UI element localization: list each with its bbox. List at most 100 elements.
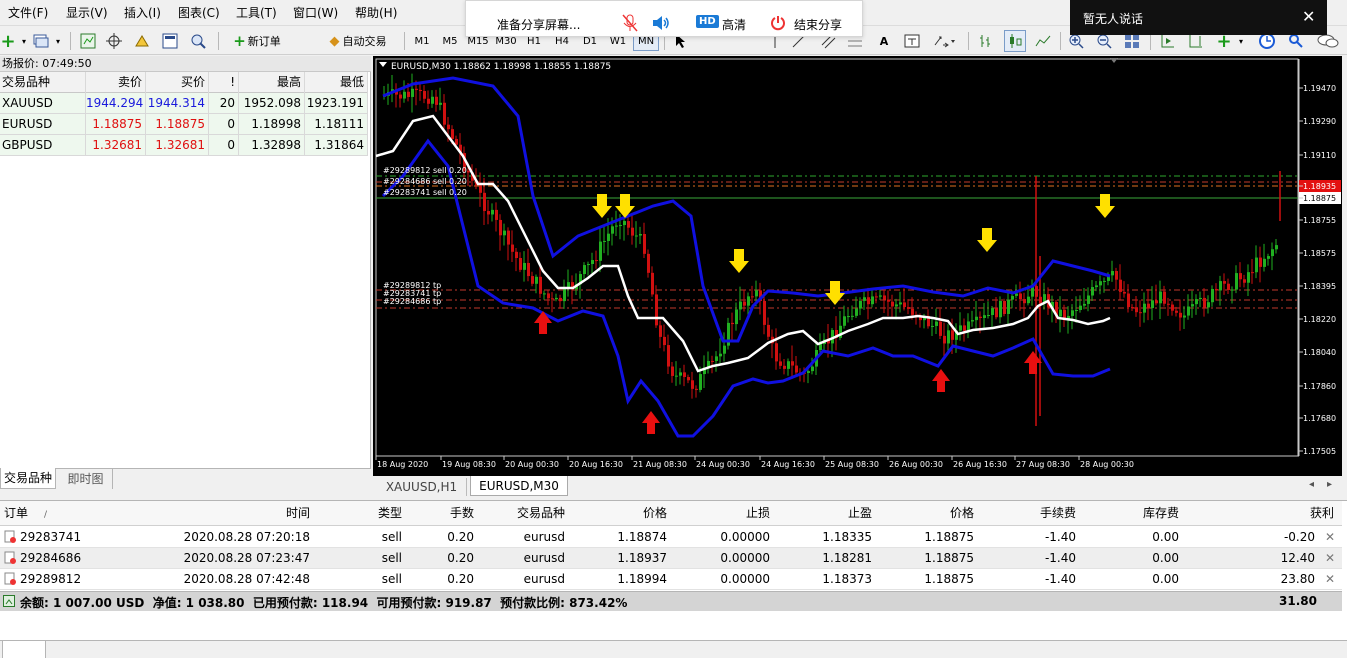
text-tool-button[interactable]: A [875,30,893,52]
cell-cur: 1.18875 [924,551,974,565]
candle-body [1123,291,1126,294]
tab-symbols[interactable]: 交易品种 [0,468,56,489]
market-watch-row[interactable]: EURUSD 1.18875 1.18875 0 1.18998 1.18111 [0,114,368,135]
candle-body [587,264,590,266]
tf-m1-button[interactable]: M1 [409,31,435,51]
tab-tick-chart[interactable]: 即时图 [59,469,113,489]
power-icon[interactable] [770,15,786,34]
candle-body [423,91,426,99]
time-tick-label: 21 Aug 08:30 [633,460,687,469]
profiles-icon[interactable] [32,30,50,52]
hd-badge[interactable]: HD [696,15,719,28]
terminal-icon[interactable] [160,30,180,52]
col-spread[interactable]: ! [209,72,239,93]
col-high[interactable]: 最高 [239,72,305,93]
col-symbol[interactable]: 交易品种 [478,501,569,525]
close-order-icon[interactable]: ✕ [1320,548,1340,568]
scroll-left-icon[interactable]: ◂ [1309,479,1314,490]
candle-body [1115,271,1118,280]
candle-body [755,290,758,297]
line-chart-icon[interactable] [1033,30,1053,52]
end-share-button[interactable]: 结束分享 [794,16,842,33]
order-row[interactable]: 29283741 2020.08.28 07:20:18 sell 0.20 eurus… [0,527,1342,548]
menu-charts[interactable]: 图表(C) [178,4,220,21]
candlestick-icon[interactable] [1004,30,1026,52]
col-current-price[interactable]: 价格 [876,501,978,525]
order-row[interactable]: 29289812 2020.08.28 07:42:48 sell 0.20 eurus… [0,569,1342,590]
tab-eurusd-m30[interactable]: EURUSD,M30 [470,476,568,496]
chart-window[interactable]: #29289812 sell 0.20 #29284686 sell 0.20 #2… [373,56,1342,476]
auto-trading-icon: ◆ [329,33,340,49]
close-order-icon[interactable]: ✕ [1320,569,1340,589]
col-ask[interactable]: 买价 [146,72,209,93]
col-symbol[interactable]: 交易品种 [0,72,86,93]
dropdown-arrow-icon[interactable]: ▾ [53,30,63,52]
col-commission[interactable]: 手续费 [978,501,1080,525]
cell-lots: 0.20 [447,551,474,565]
crosshair-icon[interactable] [104,30,124,52]
col-order-label: 订单 [4,506,29,520]
cell-sl: 0.00000 [720,572,770,586]
cell-spread: 20 [209,93,239,114]
candle-body [1259,257,1262,267]
candle-body [647,253,650,273]
market-watch-icon[interactable] [78,30,98,52]
chart-canvas[interactable]: #29289812 sell 0.20 #29284686 sell 0.20 #2… [373,56,1342,476]
close-order-icon[interactable]: ✕ [1320,527,1340,547]
new-chart-icon[interactable]: + [0,30,16,52]
close-icon[interactable]: ✕ [1302,7,1315,26]
bar-chart-icon[interactable] [976,30,996,52]
market-watch-row[interactable]: XAUUSD 1944.294 1944.314 20 1952.098 1923.191 [0,93,368,114]
navigator-icon[interactable] [132,30,152,52]
menu-view[interactable]: 显示(V) [66,4,108,21]
candle-body [991,308,994,316]
col-lots[interactable]: 手数 [406,501,478,525]
col-tp[interactable]: 止盈 [774,501,876,525]
auto-trading-button[interactable]: ◆ 自动交易 [322,30,394,52]
candle-body [683,372,686,378]
hd-label[interactable]: 高清 [722,16,746,33]
tab-xauusd-h1[interactable]: XAUUSD,H1 [377,478,467,496]
terminal-tab-active[interactable] [2,641,46,658]
menu-file[interactable]: 文件(F) [8,4,48,21]
market-watch-row[interactable]: GBPUSD 1.32681 1.32681 0 1.32898 1.31864 [0,135,368,156]
price-tick-label: 1.18395 [1303,282,1336,291]
col-order[interactable]: 订单 / [0,501,131,525]
text-label-icon[interactable] [902,30,922,52]
dropdown-arrow-icon[interactable]: ▾ [18,30,30,52]
menu-window[interactable]: 窗口(W) [293,4,338,21]
candle-body [883,295,886,300]
candle-body [1191,304,1194,307]
candle-body [959,325,962,331]
col-swap[interactable]: 库存费 [1080,501,1183,525]
col-low[interactable]: 最低 [305,72,368,93]
cell-sl: 0.00000 [720,530,770,544]
scroll-right-icon[interactable]: ▸ [1327,479,1332,490]
mic-muted-icon[interactable] [622,14,638,35]
candle-body [651,272,654,295]
chart-tabs: XAUUSD,H1 EURUSD,M30 ◂ ▸ [373,476,1342,496]
strategy-tester-icon[interactable] [188,30,208,52]
col-type[interactable]: 类型 [314,501,406,525]
menu-tools[interactable]: 工具(T) [236,4,277,21]
candle-body [1187,306,1190,316]
candle-body [719,353,722,357]
col-profit[interactable]: 获利 [1183,501,1338,525]
col-sl[interactable]: 止损 [671,501,774,525]
arrows-icon[interactable] [930,30,958,52]
cell-time: 2020.08.28 07:20:18 [183,530,310,544]
candle-body [1243,279,1246,283]
candle-body [863,297,866,301]
menu-insert[interactable]: 插入(I) [124,4,161,21]
new-order-button[interactable]: + 新订单 [227,30,287,52]
menu-help[interactable]: 帮助(H) [355,4,397,21]
order-row[interactable]: 29284686 2020.08.28 07:23:47 sell 0.20 eurus… [0,548,1342,569]
candle-body [971,320,974,322]
col-price[interactable]: 价格 [569,501,671,525]
candle-body [519,258,522,270]
col-bid[interactable]: 卖价 [86,72,146,93]
speaker-icon[interactable] [652,15,670,34]
col-time[interactable]: 时间 [131,501,314,525]
candle-body [695,388,698,390]
tf-m5-button[interactable]: M5 [437,31,463,51]
